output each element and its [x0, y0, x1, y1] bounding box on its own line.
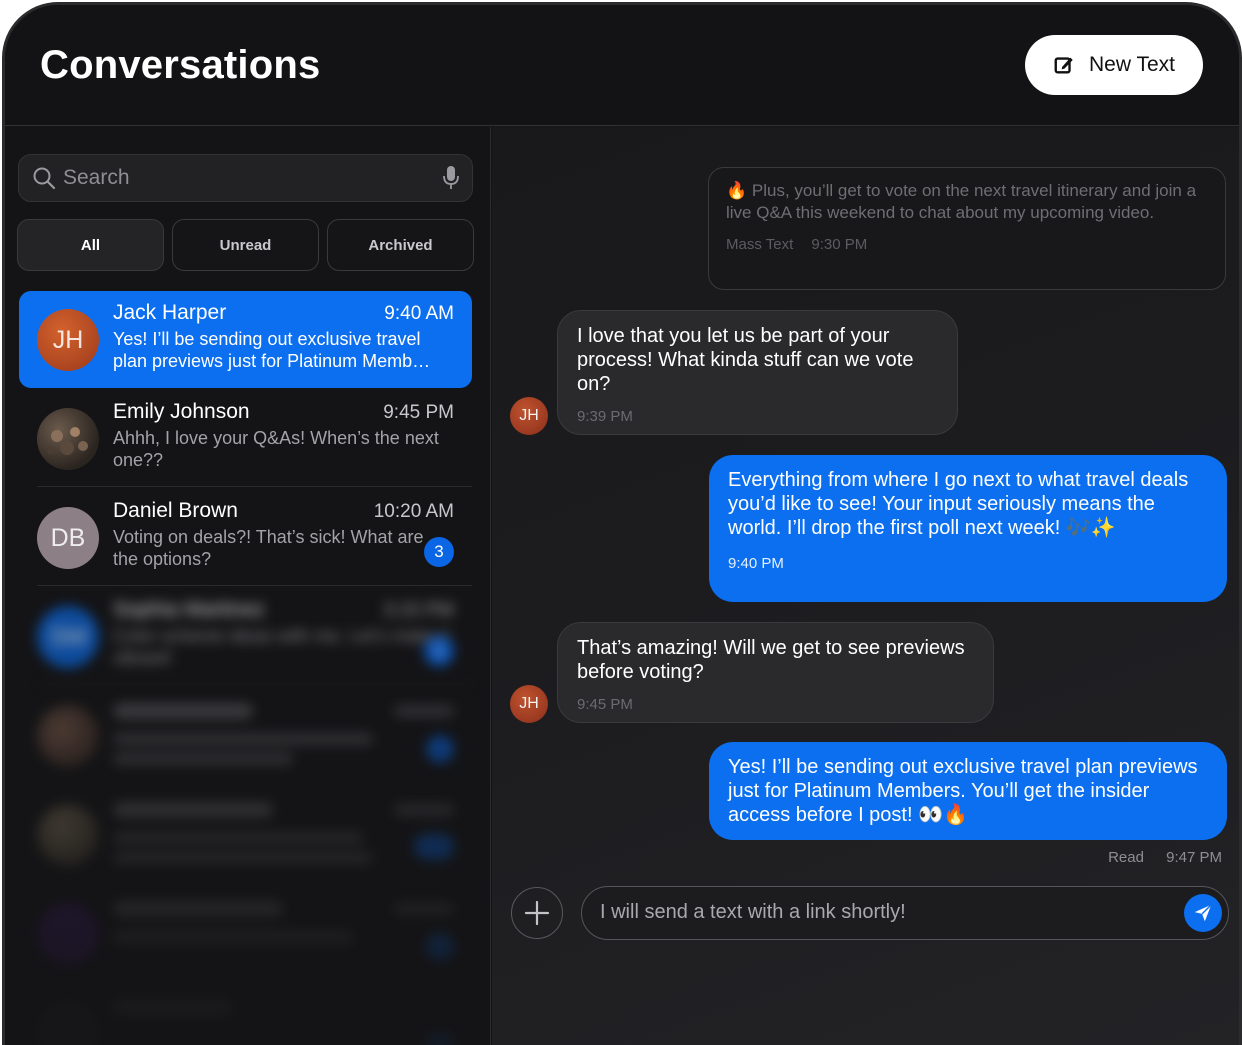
unread-badge: [426, 1032, 454, 1045]
conversation-item[interactable]: DB Daniel Brown 10:20 AM Voting on deals…: [19, 489, 472, 586]
receipt-time: 9:47 PM: [1166, 849, 1222, 866]
conversation-item[interactable]: SM Sophia Martinez 3:15 PM Color scheme …: [19, 588, 472, 685]
search-icon: [33, 167, 56, 190]
search-placeholder: Search: [63, 166, 130, 189]
send-button[interactable]: [1184, 894, 1222, 932]
time-placeholder: [394, 804, 454, 816]
incoming-message: That’s amazing! Will we get to see previ…: [557, 622, 994, 723]
divider: [37, 585, 472, 586]
contact-name: Emily Johnson: [113, 400, 250, 423]
read-receipt: Read 9:47 PM: [1108, 849, 1222, 866]
outgoing-message: Yes! I’ll be sending out exclusive trave…: [709, 742, 1227, 840]
name-placeholder: [113, 802, 273, 818]
filter-tab-all[interactable]: All: [17, 219, 164, 271]
message-text: That’s amazing! Will we get to see previ…: [577, 637, 965, 683]
time-placeholder: [394, 903, 454, 915]
avatar-initials: JH: [519, 407, 539, 424]
avatar: [37, 408, 99, 470]
crowd-photo-icon: [47, 427, 88, 455]
avatar: [37, 705, 99, 767]
name-placeholder: [113, 1000, 233, 1016]
unread-badge: 1: [424, 636, 454, 666]
divider: [37, 486, 472, 487]
receipt-status: Read: [1108, 849, 1144, 866]
name-placeholder: [113, 901, 283, 917]
plus-icon: [524, 900, 550, 926]
message-input[interactable]: I will send a text with a link shortly!: [581, 886, 1229, 940]
avatar: JH: [510, 397, 548, 435]
contact-name: Jack Harper: [113, 301, 227, 324]
unread-badge: [426, 735, 454, 763]
divider: [37, 684, 472, 685]
preview-placeholder: [113, 753, 293, 765]
message-preview: Yes! I’ll be sending out exclusive trave…: [113, 329, 431, 371]
message-preview: Ahhh, I love your Q&As! When’s the next …: [113, 428, 439, 470]
filter-tab-archived[interactable]: Archived: [327, 219, 474, 271]
avatar: DB: [37, 507, 99, 569]
message-text: Everything from where I go next to what …: [728, 469, 1189, 539]
message-text: 🔥 Plus, you’ll get to vote on the next t…: [726, 181, 1197, 222]
header-bar: Conversations New Text: [5, 5, 1239, 126]
add-attachment-button[interactable]: [511, 887, 563, 939]
message-preview: Color scheme ideas with me. Let’s make i…: [113, 626, 450, 668]
conversation-item[interactable]: [19, 687, 472, 784]
avatar: JH: [37, 309, 99, 371]
message-time: 9:40 PM: [728, 555, 784, 572]
name-placeholder: [113, 703, 253, 719]
unread-badge: [414, 834, 454, 860]
mass-text-label: Mass Text: [726, 236, 794, 253]
mass-text-message: 🔥 Plus, you’ll get to vote on the next t…: [708, 167, 1226, 290]
unread-badge: 3: [424, 537, 454, 567]
filter-tabs: All Unread Archived: [17, 219, 474, 271]
avatar: JH: [510, 685, 548, 723]
preview-placeholder: [113, 832, 363, 844]
contact-name: Sophia Martinez: [113, 598, 265, 621]
conversation-sidebar: Search All Unread Archived JH Jack Harpe…: [5, 127, 491, 1045]
unread-badge: [426, 933, 454, 961]
message-time: 9:45 PM: [383, 402, 454, 423]
search-input[interactable]: Search: [18, 154, 473, 202]
conversation-item[interactable]: Emily Johnson 9:45 PM Ahhh, I love your …: [19, 390, 472, 487]
new-text-button[interactable]: New Text: [1025, 35, 1203, 95]
avatar-initials: JH: [519, 695, 539, 712]
message-text: I love that you let us be part of your p…: [577, 325, 914, 395]
contact-name: Daniel Brown: [113, 499, 238, 522]
conversation-item[interactable]: [19, 786, 472, 883]
avatar-initials: SM: [49, 622, 87, 651]
preview-placeholder: [113, 931, 353, 943]
app-window: Conversations New Text Search All Unread…: [2, 2, 1242, 1045]
incoming-message: I love that you let us be part of your p…: [557, 310, 958, 435]
preview-placeholder: [113, 733, 373, 745]
message-meta: Mass Text 9:30 PM: [726, 234, 1208, 256]
message-time: 9:30 PM: [811, 236, 868, 253]
message-time: 10:20 AM: [373, 501, 454, 522]
compose-icon: [1054, 57, 1073, 74]
outgoing-message: Everything from where I go next to what …: [709, 455, 1227, 602]
filter-tab-unread[interactable]: Unread: [172, 219, 319, 271]
page-title: Conversations: [40, 43, 321, 87]
message-text: Yes! I’ll be sending out exclusive trave…: [728, 756, 1198, 826]
time-placeholder: [394, 705, 454, 717]
microphone-icon[interactable]: [442, 165, 460, 191]
message-input-text: I will send a text with a link shortly!: [600, 901, 906, 923]
message-time: 9:40 AM: [384, 303, 454, 324]
message-time: 9:39 PM: [577, 408, 633, 425]
avatar: [37, 804, 99, 866]
conversation-item[interactable]: JH Jack Harper 9:40 AM Yes! I’ll be send…: [19, 291, 472, 388]
conversation-item[interactable]: [19, 984, 472, 1045]
avatar: [37, 1002, 99, 1045]
new-text-label: New Text: [1089, 53, 1175, 76]
avatar-initials: DB: [50, 523, 86, 552]
message-preview: Voting on deals?! That’s sick! What are …: [113, 527, 424, 569]
chat-panel: 🔥 Plus, you’ll get to vote on the next t…: [492, 127, 1239, 1045]
message-time: 9:45 PM: [577, 696, 633, 713]
avatar: [37, 903, 99, 965]
avatar-initials: JH: [52, 325, 84, 354]
conversation-item[interactable]: [19, 885, 472, 982]
avatar: SM: [37, 606, 99, 668]
send-icon: [1194, 904, 1212, 922]
message-time: 3:15 PM: [383, 600, 454, 621]
preview-placeholder: [113, 852, 373, 864]
